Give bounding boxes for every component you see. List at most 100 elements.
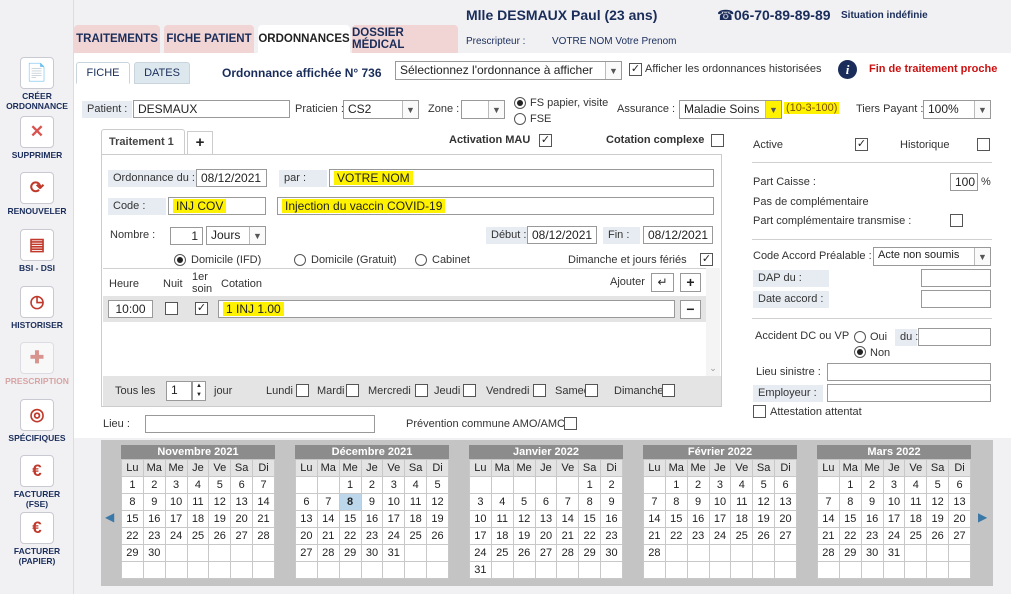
calendar-day[interactable]: 13 [295, 510, 318, 528]
calendar-day[interactable]: 13 [948, 493, 971, 511]
calendar-day[interactable]: 23 [686, 527, 710, 545]
cotation-field[interactable]: 1 INJ 1.00 [218, 300, 675, 318]
tab-dates[interactable]: DATES [134, 62, 190, 84]
calendar-day[interactable]: 15 [664, 510, 688, 528]
assurance-select[interactable]: Maladie Soins ▼ [679, 100, 782, 119]
calendar-day[interactable]: 29 [578, 544, 602, 562]
calendar-day[interactable]: 3 [708, 476, 732, 494]
sidebar-button-6[interactable]: ◎ SPÉCIFIQUES [4, 399, 70, 443]
domicile-gratuit-radio[interactable] [294, 254, 306, 266]
calendar-day[interactable]: 22 [338, 527, 362, 545]
accident-oui-radio[interactable] [854, 331, 866, 343]
calendar-day[interactable]: 7 [252, 476, 275, 494]
calendar-day[interactable]: 26 [426, 527, 449, 545]
calendar-day[interactable]: 3 [382, 476, 406, 494]
calendar-day[interactable]: 17 [164, 510, 188, 528]
calendar-day[interactable]: 16 [360, 510, 384, 528]
calendar-day[interactable]: 12 [426, 493, 449, 511]
calendar-day[interactable]: 22 [838, 527, 862, 545]
calendar-day[interactable]: 21 [643, 527, 666, 545]
weekday-checkbox[interactable] [533, 384, 546, 397]
calendar-day[interactable]: 3 [882, 476, 906, 494]
calendar-day[interactable]: 3 [164, 476, 188, 494]
calendar-day[interactable]: 8 [338, 493, 362, 511]
heure-field[interactable]: 10:00 [108, 300, 153, 318]
lieu-sinistre-field[interactable] [827, 363, 991, 381]
calendar-day[interactable]: 28 [316, 544, 340, 562]
fs-papier-radio[interactable] [514, 97, 526, 109]
calendar-day[interactable]: 2 [142, 476, 166, 494]
dimanche-checkbox[interactable]: ✓ [700, 253, 713, 266]
calendar-day[interactable]: 30 [360, 544, 384, 562]
calendar-day[interactable]: 14 [252, 493, 275, 511]
calendar-day[interactable]: 21 [252, 510, 275, 528]
add-row-button[interactable]: + [680, 273, 701, 292]
cabinet-radio[interactable] [415, 254, 427, 266]
calendar-day[interactable]: 8 [578, 493, 602, 511]
lieu-field[interactable] [145, 415, 375, 433]
tab-dossier-medical[interactable]: DOSSIER MÉDICAL [352, 25, 458, 53]
calendar-day[interactable]: 5 [926, 476, 950, 494]
calendar-day[interactable]: 13 [230, 493, 254, 511]
calendar-day[interactable]: 23 [142, 527, 166, 545]
accident-date-field[interactable] [918, 328, 991, 346]
calendar-day[interactable]: 25 [186, 527, 210, 545]
calendar-day[interactable]: 27 [295, 544, 318, 562]
calendar-day[interactable]: 17 [382, 510, 406, 528]
calendar-day[interactable]: 30 [600, 544, 623, 562]
calendar-day[interactable]: 24 [708, 527, 732, 545]
sidebar-button-4[interactable]: ◷ HISTORISER [4, 286, 70, 330]
part-complementaire-checkbox[interactable] [950, 214, 963, 227]
calendar-day[interactable]: 26 [208, 527, 232, 545]
ordo-date-field[interactable]: 08/12/2021 [196, 169, 267, 187]
calendar-day[interactable]: 23 [860, 527, 884, 545]
calendar-day[interactable]: 18 [730, 510, 754, 528]
calendar-day[interactable]: 29 [338, 544, 362, 562]
calendar-day[interactable]: 6 [948, 476, 971, 494]
calendar-day[interactable]: 9 [142, 493, 166, 511]
tiers-payant-select[interactable]: 100% ▼ [923, 100, 991, 119]
debut-field[interactable]: 08/12/2021 [527, 226, 597, 244]
calendar-day[interactable]: 1 [338, 476, 362, 494]
calendar-day[interactable]: 20 [948, 510, 971, 528]
weekday-checkbox[interactable] [346, 384, 359, 397]
praticien-select[interactable]: CS2 ▼ [343, 100, 419, 119]
calendar-day[interactable]: 15 [338, 510, 362, 528]
mau-checkbox[interactable]: ✓ [539, 134, 552, 147]
enter-icon[interactable]: ↵ [651, 273, 674, 292]
calendar-day[interactable]: 12 [512, 510, 536, 528]
traitement-tab[interactable]: Traitement 1 [101, 129, 185, 155]
calendar-day[interactable]: 18 [186, 510, 210, 528]
calendar-day[interactable]: 21 [316, 527, 340, 545]
calendar-day[interactable]: 10 [382, 493, 406, 511]
calendar-day[interactable]: 2 [860, 476, 884, 494]
sidebar-button-8[interactable]: € FACTURER (PAPIER) [4, 512, 70, 566]
calendar-day[interactable]: 2 [600, 476, 623, 494]
calendar-day[interactable]: 13 [774, 493, 797, 511]
calendar-day[interactable]: 24 [164, 527, 188, 545]
calendar-day[interactable]: 9 [360, 493, 384, 511]
calendar-day[interactable]: 30 [142, 544, 166, 562]
sidebar-button-7[interactable]: € FACTURER (FSE) [4, 455, 70, 509]
calendar-day[interactable]: 12 [926, 493, 950, 511]
calendar-day[interactable]: 27 [774, 527, 797, 545]
calendar-day[interactable]: 2 [360, 476, 384, 494]
attestation-checkbox[interactable] [753, 405, 766, 418]
part-caisse-field[interactable]: 100 [950, 173, 978, 191]
patient-field[interactable]: DESMAUX [133, 100, 290, 118]
calendar-day[interactable]: 5 [208, 476, 232, 494]
code-accord-select[interactable]: Acte non soumis ▼ [873, 247, 991, 266]
soins-scrollbar[interactable]: ⌄ [706, 268, 720, 376]
calendar-day[interactable]: 22 [664, 527, 688, 545]
calendar-next-icon[interactable]: ▶ [978, 510, 987, 524]
calendar-day[interactable]: 4 [186, 476, 210, 494]
fin-field[interactable]: 08/12/2021 [643, 226, 713, 244]
calendar-day[interactable]: 5 [752, 476, 776, 494]
calendar-day[interactable]: 15 [838, 510, 862, 528]
calendar-day[interactable]: 31 [382, 544, 406, 562]
calendar-day[interactable]: 7 [643, 493, 666, 511]
calendar-day[interactable]: 1 [838, 476, 862, 494]
calendar-day[interactable]: 13 [534, 510, 558, 528]
cotation-complexe-checkbox[interactable] [711, 134, 724, 147]
weekday-checkbox[interactable] [415, 384, 428, 397]
